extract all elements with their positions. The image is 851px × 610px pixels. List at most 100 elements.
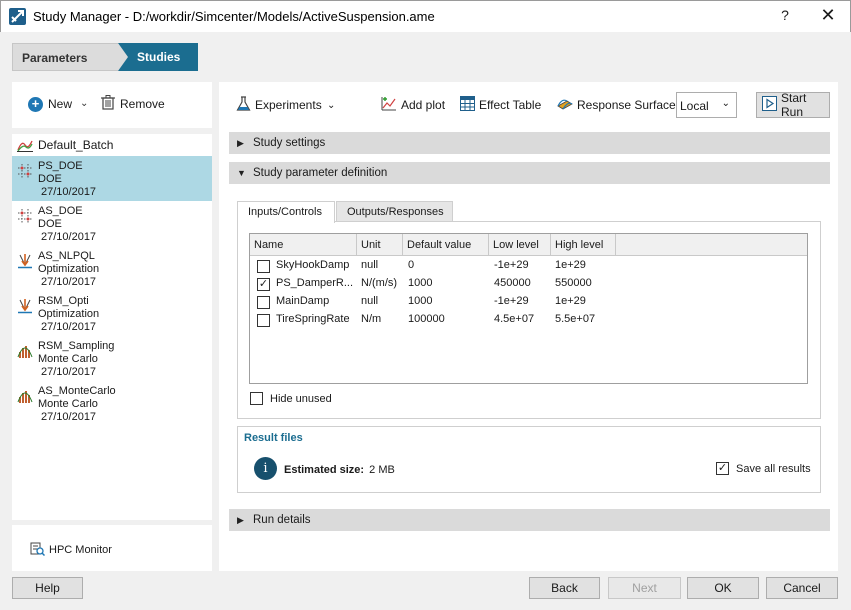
- study-list: Default_Batch PS_DOE DOE 27/10/2017 AS_D…: [12, 134, 212, 520]
- study-type: DOE: [38, 218, 62, 230]
- run-details-section[interactable]: ▶ Run details: [229, 509, 830, 531]
- study-name: RSM_Sampling: [38, 340, 115, 352]
- param-high: 550000: [555, 277, 592, 289]
- hpc-monitor-button[interactable]: HPC Monitor: [30, 541, 112, 559]
- param-name: TireSpringRate: [276, 313, 350, 325]
- list-item[interactable]: RSM_Sampling Monte Carlo 27/10/2017: [12, 336, 212, 381]
- ok-button[interactable]: OK: [687, 577, 759, 599]
- list-item[interactable]: AS_DOE DOE 27/10/2017: [12, 201, 212, 246]
- row-checkbox[interactable]: [257, 260, 270, 273]
- run-details-label: Run details: [253, 514, 311, 526]
- new-study-button[interactable]: + New: [28, 95, 72, 113]
- monte-carlo-icon: [12, 381, 38, 426]
- study-name: AS_DOE: [38, 205, 83, 217]
- plus-icon: +: [28, 96, 43, 112]
- param-name: MainDamp: [276, 295, 330, 307]
- new-label: New: [48, 97, 73, 111]
- list-item[interactable]: Default_Batch: [12, 134, 212, 156]
- optimization-icon: [12, 246, 38, 291]
- response-surface-label: Response Surface: [577, 98, 676, 112]
- back-button[interactable]: Back: [529, 577, 600, 599]
- hide-unused-checkbox[interactable]: Hide unused: [250, 392, 332, 405]
- breadcrumb-parameters[interactable]: Parameters: [12, 43, 122, 71]
- table-row[interactable]: SkyHookDamp null 0 -1e+29 1e+29: [250, 257, 807, 275]
- param-unit: null: [361, 295, 379, 307]
- study-settings-label: Study settings: [253, 137, 326, 149]
- column-header-name[interactable]: Name: [250, 234, 357, 256]
- help-button[interactable]: Help: [12, 577, 83, 599]
- add-plot-icon: [381, 96, 397, 114]
- chevron-right-icon: ▶: [237, 137, 244, 148]
- response-surface-button[interactable]: Response Surface: [557, 96, 676, 114]
- breadcrumb-studies[interactable]: Studies: [118, 43, 198, 71]
- window-title: Study Manager - D:/workdir/Simcenter/Mod…: [33, 9, 435, 24]
- table-row[interactable]: TireSpringRate N/m 100000 4.5e+07 5.5e+0…: [250, 311, 807, 329]
- row-checkbox[interactable]: [257, 296, 270, 309]
- column-header-default[interactable]: Default value: [403, 234, 489, 256]
- batch-icon: [12, 134, 38, 156]
- info-icon: i: [254, 457, 277, 480]
- effect-table-button[interactable]: Effect Table: [460, 96, 541, 114]
- doe-icon: [12, 156, 38, 201]
- param-default: 1000: [408, 277, 433, 289]
- param-high: 5.5e+07: [555, 313, 596, 325]
- add-plot-button[interactable]: Add plot: [381, 96, 445, 114]
- play-icon: [762, 96, 777, 114]
- row-checkbox[interactable]: [257, 314, 270, 327]
- column-header-high[interactable]: High level: [551, 234, 616, 256]
- column-header-low[interactable]: Low level: [489, 234, 551, 256]
- start-run-button[interactable]: Start Run: [756, 91, 830, 119]
- column-header-unit[interactable]: Unit: [357, 234, 403, 256]
- study-type: Monte Carlo: [38, 398, 98, 410]
- list-item[interactable]: RSM_Opti Optimization 27/10/2017: [12, 291, 212, 336]
- next-button[interactable]: Next: [608, 577, 681, 599]
- param-low: 4.5e+07: [494, 313, 535, 325]
- start-run-label: Start Run: [781, 91, 807, 119]
- checkbox-box[interactable]: [250, 392, 263, 405]
- app-icon: [9, 8, 26, 25]
- remove-study-button[interactable]: Remove: [101, 95, 165, 113]
- row-checkbox[interactable]: ✓: [257, 278, 270, 291]
- monte-carlo-icon: [12, 336, 38, 381]
- study-date: 27/10/2017: [41, 411, 97, 423]
- run-location-select[interactable]: Local ⌄: [676, 92, 737, 118]
- cancel-button[interactable]: Cancel: [766, 577, 838, 599]
- flask-icon: [236, 96, 251, 114]
- study-date: 27/10/2017: [41, 321, 97, 333]
- chevron-down-icon: ▼: [237, 168, 246, 178]
- chevron-down-icon[interactable]: ⌄: [327, 96, 335, 114]
- table-icon: [460, 96, 475, 114]
- param-default: 100000: [408, 313, 445, 325]
- estimated-size: Estimated size: 2 MB: [284, 464, 395, 476]
- tab-inputs-controls[interactable]: Inputs/Controls: [237, 201, 335, 223]
- chevron-down-icon: ⌄: [721, 98, 730, 109]
- param-high: 1e+29: [555, 259, 586, 271]
- experiments-button[interactable]: Experiments: [236, 96, 322, 114]
- run-location-value: Local: [680, 99, 709, 113]
- param-low: -1e+29: [494, 295, 529, 307]
- close-icon[interactable]: ✕: [819, 5, 837, 26]
- study-type: Monte Carlo: [38, 353, 98, 365]
- estimated-size-label: Estimated size:: [284, 464, 365, 476]
- chevron-down-icon[interactable]: ⌄: [80, 98, 88, 109]
- list-item[interactable]: AS_MonteCarlo Monte Carlo 27/10/2017: [12, 381, 212, 426]
- study-parameter-definition-section[interactable]: ▼ Study parameter definition: [229, 162, 830, 184]
- list-item[interactable]: PS_DOE DOE 27/10/2017: [12, 156, 212, 201]
- study-parameter-definition-label: Study parameter definition: [253, 167, 388, 179]
- chevron-right-icon: ▶: [237, 514, 244, 525]
- study-date: 27/10/2017: [41, 186, 97, 198]
- help-title-button[interactable]: ?: [777, 7, 793, 23]
- parameter-table: Name Unit Default value Low level High l…: [249, 233, 808, 384]
- param-unit: N/(m/s): [361, 277, 398, 289]
- result-files-panel: [237, 426, 821, 493]
- table-row[interactable]: ✓ PS_DamperR... N/(m/s) 1000 450000 5500…: [250, 275, 807, 293]
- param-unit: null: [361, 259, 379, 271]
- save-all-results-checkbox[interactable]: ✓ Save all results: [716, 462, 811, 475]
- list-item[interactable]: AS_NLPQL Optimization 27/10/2017: [12, 246, 212, 291]
- table-row[interactable]: MainDamp null 1000 -1e+29 1e+29: [250, 293, 807, 311]
- study-settings-section[interactable]: ▶ Study settings: [229, 132, 830, 154]
- tab-outputs-responses[interactable]: Outputs/Responses: [336, 201, 453, 222]
- param-unit: N/m: [361, 313, 382, 325]
- checkbox-box[interactable]: ✓: [716, 462, 729, 475]
- effect-table-label: Effect Table: [479, 98, 542, 112]
